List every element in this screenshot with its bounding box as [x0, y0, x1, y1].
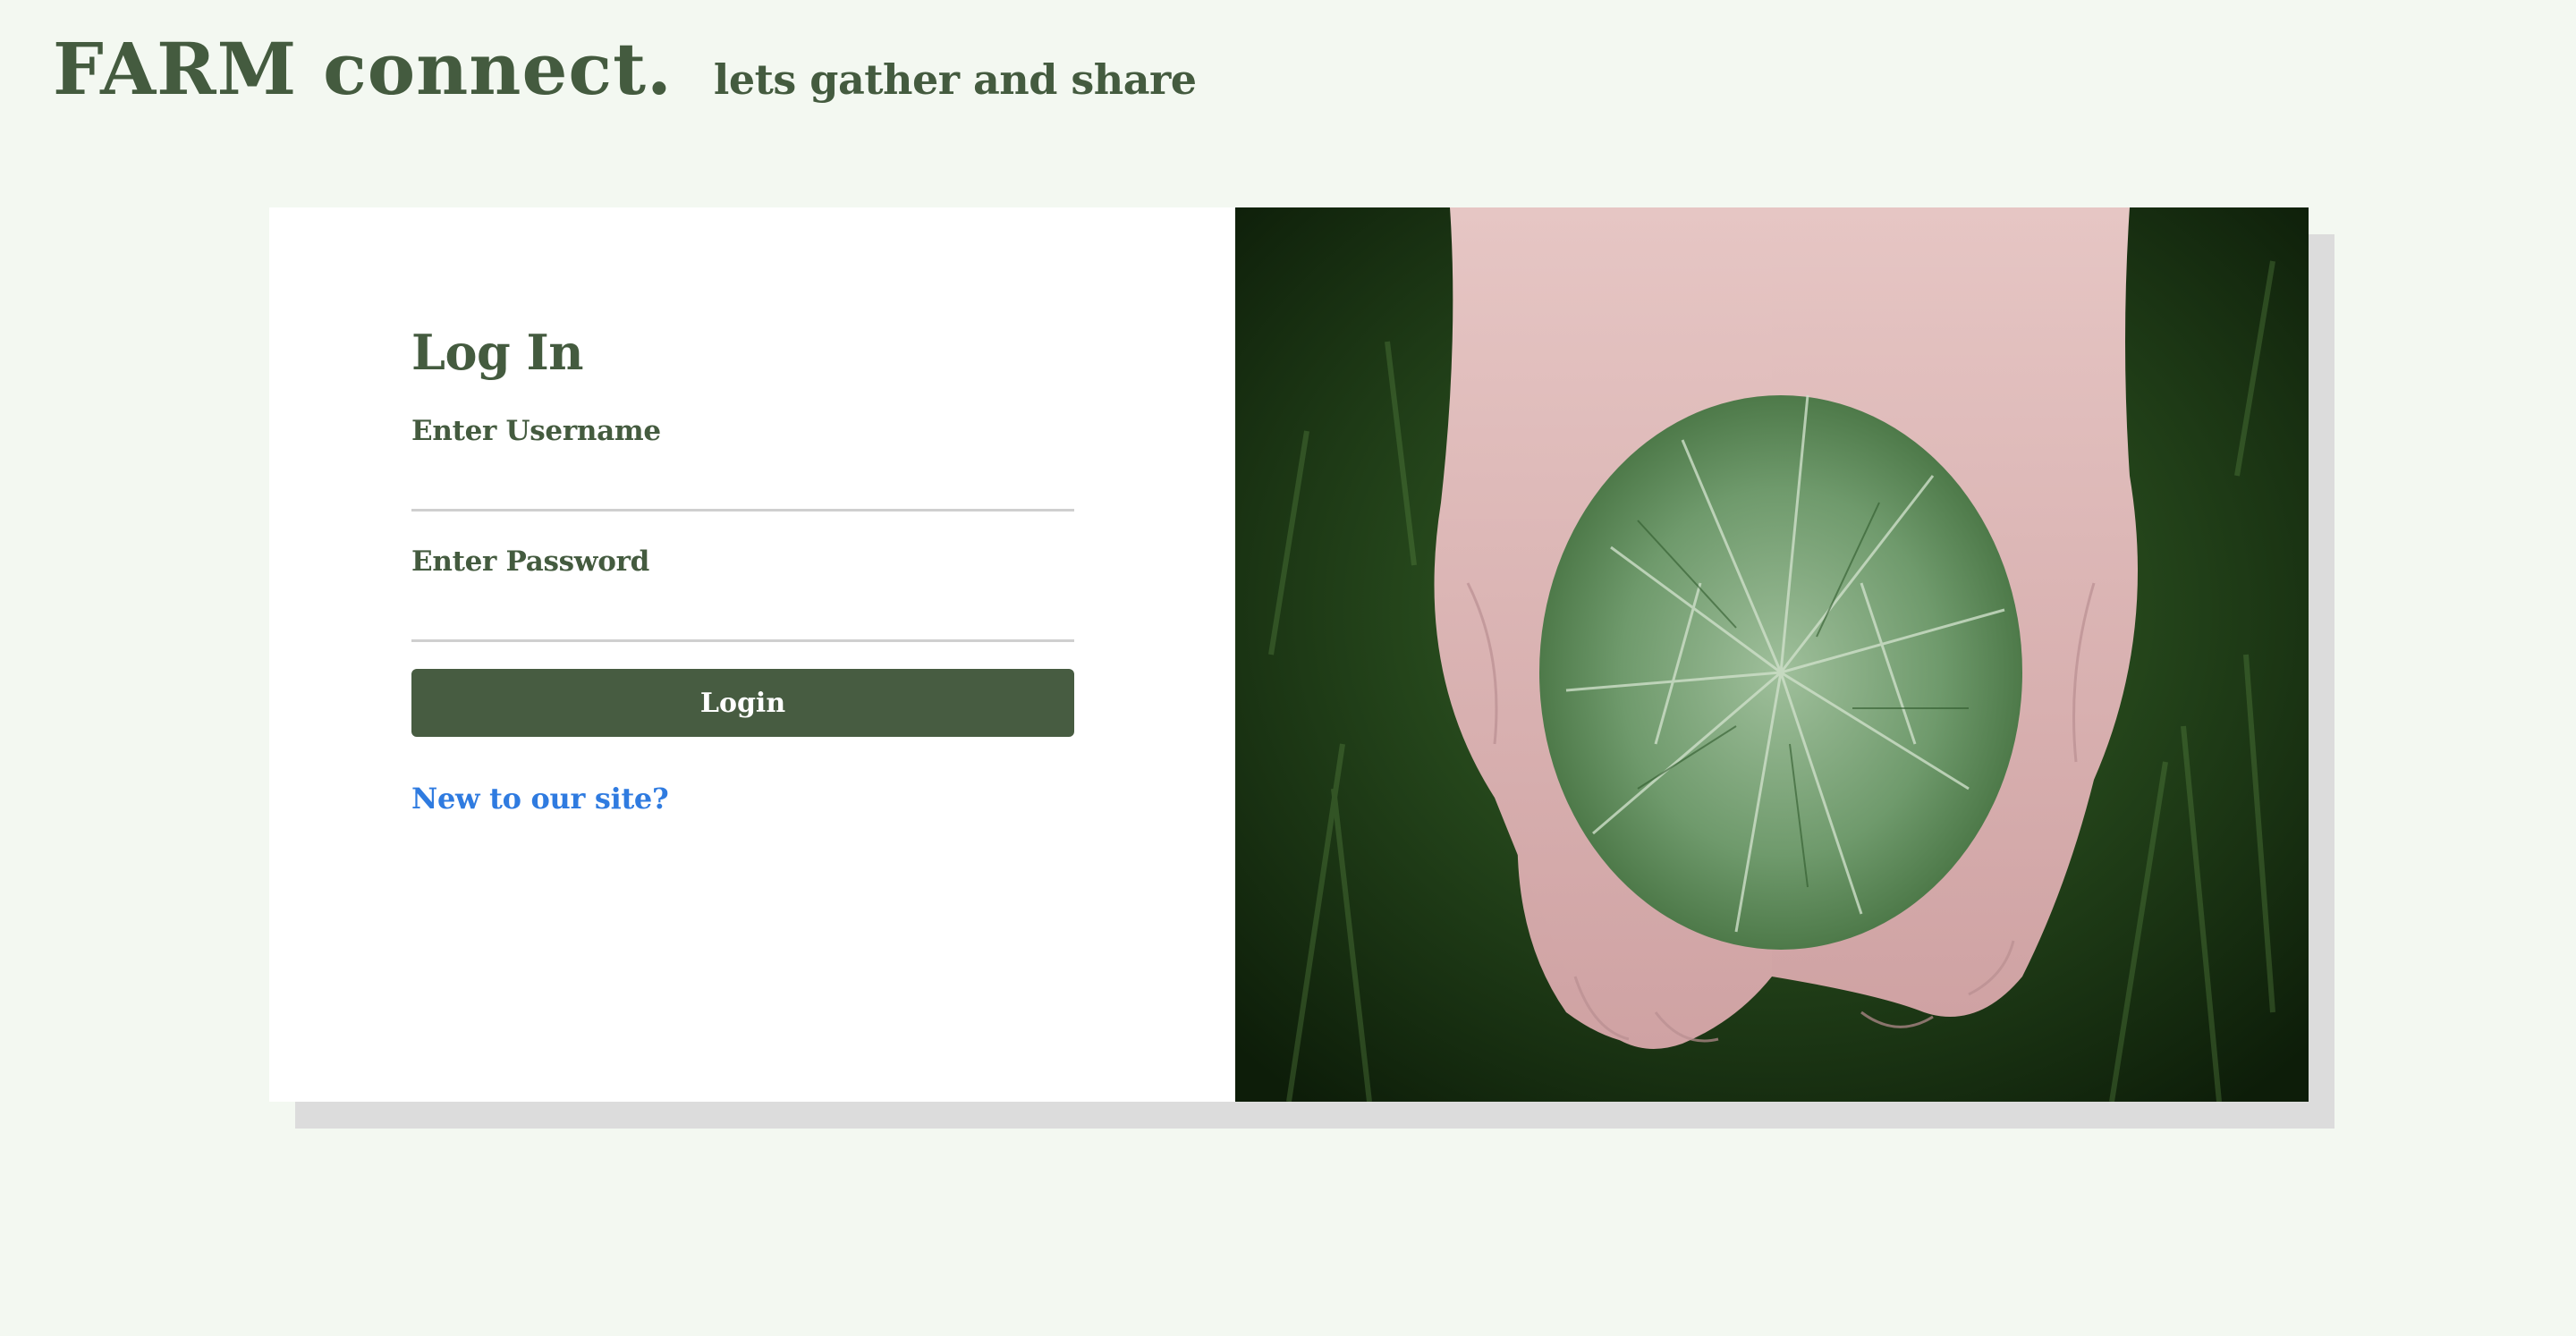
login-card: Log In Enter Username Enter Password Log…: [269, 207, 2309, 1102]
login-button[interactable]: Login: [411, 669, 1074, 737]
username-label: Enter Username: [411, 415, 661, 447]
username-input[interactable]: [411, 447, 1074, 512]
login-heading: Log In: [411, 324, 584, 381]
hands-holding-pine-needles-image: [1235, 207, 2309, 1102]
password-input[interactable]: [411, 578, 1074, 642]
login-panel: Log In Enter Username Enter Password Log…: [269, 207, 1235, 1102]
signup-link[interactable]: New to our site?: [411, 782, 669, 816]
site-header: FARM connect. lets gather and share: [53, 27, 1197, 134]
site-tagline: lets gather and share: [713, 55, 1197, 104]
password-label: Enter Password: [411, 545, 649, 578]
site-logo-title[interactable]: FARM connect.: [53, 27, 673, 111]
field-spacer: [411, 512, 1074, 545]
login-form: Log In Enter Username Enter Password Log…: [411, 324, 1074, 816]
hero-photo: [1235, 207, 2309, 1102]
